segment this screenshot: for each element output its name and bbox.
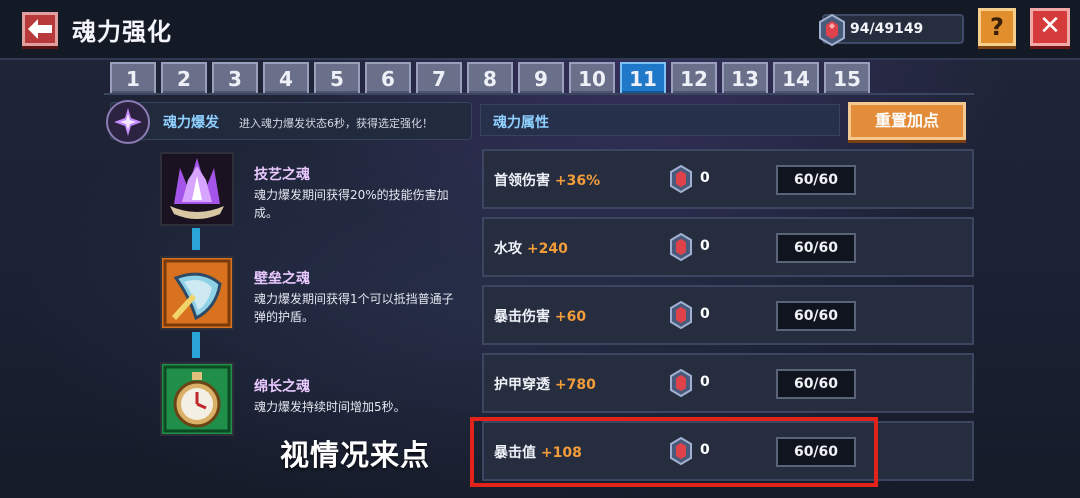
attribute-cost: 0: [700, 374, 710, 390]
close-button[interactable]: ✕: [1030, 8, 1070, 46]
help-button[interactable]: ?: [978, 8, 1016, 46]
tab-divider: [104, 93, 974, 95]
attribute-bonus: +36%: [554, 173, 601, 189]
tab-5[interactable]: 5: [314, 62, 360, 94]
attribute-cost: 0: [700, 306, 710, 322]
tab-10[interactable]: 10: [569, 62, 615, 94]
tab-14[interactable]: 14: [773, 62, 819, 94]
soul-gem-icon: [670, 165, 692, 193]
attribute-level[interactable]: 60/60: [776, 165, 856, 195]
skill-connector: [192, 332, 200, 358]
skill-name: 技艺之魂: [254, 167, 310, 183]
tab-15[interactable]: 15: [824, 62, 870, 94]
tab-12[interactable]: 12: [671, 62, 717, 94]
crystal-flame-icon[interactable]: [160, 152, 234, 226]
tab-11[interactable]: 11: [620, 62, 666, 94]
attribute-bonus: +780: [554, 377, 596, 393]
tab-6[interactable]: 6: [365, 62, 411, 94]
tab-3[interactable]: 3: [212, 62, 258, 94]
soul-gem-icon: [819, 14, 845, 46]
attribute-cost: 0: [700, 238, 710, 254]
tab-4[interactable]: 4: [263, 62, 309, 94]
soul-gem-icon: [670, 301, 692, 329]
attribute-name: 水攻 +240: [494, 241, 568, 257]
top-bar: 魂力强化 94/49149 ? ✕: [0, 0, 1080, 60]
tab-2[interactable]: 2: [161, 62, 207, 94]
tab-7[interactable]: 7: [416, 62, 462, 94]
skill-name: 壁垒之魂: [254, 271, 310, 287]
attribute-cost: 0: [700, 170, 710, 186]
skill-connector: [192, 228, 200, 250]
skill-desc: 魂力爆发持续时间增加5秒。: [254, 400, 406, 414]
attribute-level[interactable]: 60/60: [776, 369, 856, 399]
soul-gem-amount: 94/49149: [850, 21, 924, 37]
page-title: 魂力强化: [72, 18, 172, 46]
burst-star-icon: [106, 100, 150, 144]
level-tabs: 1 2 3 4 5 6 7 8 9 10 11 12 13 14 15: [110, 62, 870, 94]
shield-icon[interactable]: [160, 256, 234, 330]
reset-points-button[interactable]: 重置加点: [848, 102, 966, 140]
attribute-row: 护甲穿透 +780 0 60/60: [482, 353, 974, 413]
soul-gem-icon: [670, 233, 692, 261]
tab-9[interactable]: 9: [518, 62, 564, 94]
attribute-name: 暴击伤害 +60: [494, 309, 587, 325]
soul-burst-desc: 进入魂力爆发状态6秒，获得选定强化！: [239, 117, 433, 130]
skill-name: 绵长之魂: [254, 379, 310, 395]
attributes-header: 魂力属性: [480, 104, 840, 136]
highlight-box: [470, 417, 878, 487]
attribute-bonus: +60: [554, 309, 587, 325]
attribute-level[interactable]: 60/60: [776, 233, 856, 263]
annotation-text: 视情况来点: [280, 438, 431, 472]
soul-gem-counter: 94/49149: [819, 14, 964, 46]
attributes-title: 魂力属性: [493, 115, 549, 131]
soul-burst-header: 魂力爆发 进入魂力爆发状态6秒，获得选定强化！: [106, 100, 472, 144]
attribute-level[interactable]: 60/60: [776, 301, 856, 331]
attribute-name: 护甲穿透 +780: [494, 377, 596, 393]
attribute-bonus: +240: [526, 241, 568, 257]
skill-desc: 魂力爆发期间获得1个可以抵挡普通子弹的护盾。: [254, 292, 454, 324]
skill-desc: 魂力爆发期间获得20%的技能伤害加成。: [254, 188, 449, 220]
tab-13[interactable]: 13: [722, 62, 768, 94]
soul-gem-icon: [670, 369, 692, 397]
soul-burst-title: 魂力爆发: [163, 115, 219, 131]
stopwatch-icon[interactable]: [160, 362, 234, 436]
back-button[interactable]: [22, 12, 58, 46]
tab-8[interactable]: 8: [467, 62, 513, 94]
tab-1[interactable]: 1: [110, 62, 156, 94]
attribute-row: 首领伤害 +36% 0 60/60: [482, 149, 974, 209]
attribute-row: 暴击伤害 +60 0 60/60: [482, 285, 974, 345]
attribute-row: 水攻 +240 0 60/60: [482, 217, 974, 277]
arrow-left-icon: [28, 19, 52, 39]
attribute-name: 首领伤害 +36%: [494, 173, 601, 189]
